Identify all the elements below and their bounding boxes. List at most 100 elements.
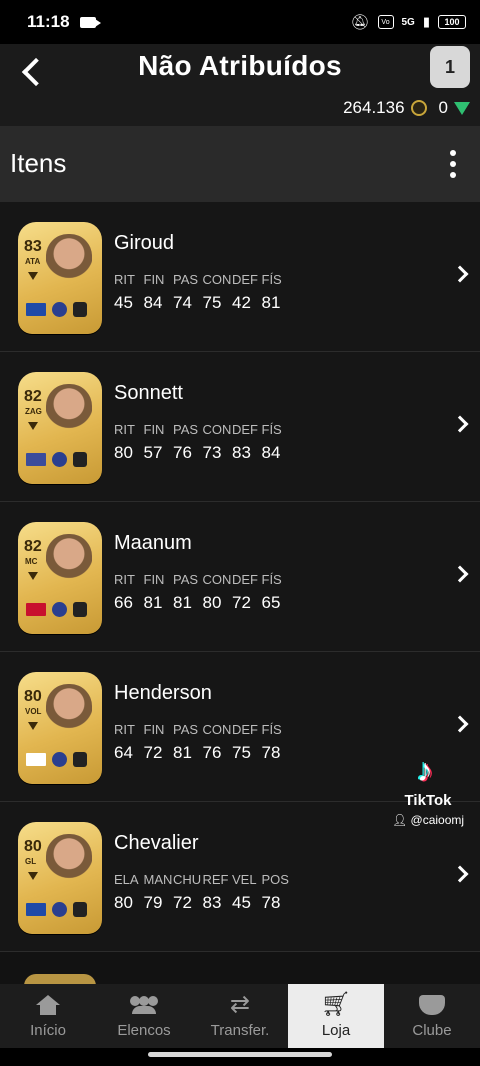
stat-label: PAS [173, 422, 199, 437]
home-icon [36, 995, 60, 1015]
signal-icon: ▮ [422, 14, 430, 29]
player-rating: 80 [24, 838, 42, 855]
refresh-badge-icon[interactable]: 1 [430, 46, 470, 88]
player-row[interactable]: 83 ATA Giroud RIT 45 FIN 84 PAS 74 CON 7… [0, 202, 480, 352]
player-card[interactable]: 82 ZAG [18, 372, 102, 484]
player-rating: 83 [24, 238, 42, 255]
stat: RIT 80 [114, 422, 144, 463]
stat: CON 76 [203, 722, 233, 763]
player-row[interactable]: 82 MC Maanum RIT 66 FIN 81 PAS 81 CON 80… [0, 502, 480, 652]
stat-label: RIT [114, 572, 135, 587]
page-title: Não Atribuídos [138, 50, 342, 81]
stat-value: 72 [232, 593, 251, 612]
camera-icon [79, 16, 101, 28]
stat-value: 78 [261, 893, 281, 912]
chevron-right-icon[interactable] [451, 415, 469, 433]
stat: PAS 81 [173, 572, 203, 613]
nav-elencos[interactable]: Elencos [96, 984, 192, 1048]
player-card[interactable]: 83 ATA [18, 222, 102, 334]
player-photo [46, 384, 92, 436]
stat-value: 45 [232, 893, 251, 912]
home-indicator[interactable] [148, 1052, 332, 1057]
nation-flag-icon [26, 303, 46, 316]
stat-value: 80 [202, 593, 222, 612]
stat-value: 84 [261, 443, 281, 462]
points-value: 0 [438, 98, 448, 117]
stat: PAS 76 [173, 422, 203, 463]
stat-label: DEF [232, 422, 258, 437]
stat-label: DEF [232, 272, 258, 287]
stat: CON 75 [203, 272, 233, 313]
stat-value: 84 [143, 293, 163, 312]
player-card[interactable]: 82 MC [18, 522, 102, 634]
stat-value: 64 [114, 743, 133, 762]
watermark-name: TikTok [404, 792, 452, 809]
player-position: VOL [25, 707, 42, 716]
stat-value: 74 [173, 293, 192, 312]
currency-display: 264.136 0 [343, 98, 470, 118]
stat-label: CON [202, 272, 232, 287]
stat-label: PAS [173, 722, 199, 737]
stat: DEF 83 [232, 422, 262, 463]
card-badges [26, 302, 87, 317]
stat: CON 80 [203, 572, 233, 613]
stat: DEF 75 [232, 722, 262, 763]
chevron-right-icon[interactable] [451, 865, 469, 883]
stat-label: PAS [173, 572, 199, 587]
section-header: Itens [0, 126, 480, 202]
nav-loja[interactable]: 🛒︎ Loja [288, 984, 384, 1048]
stat: PAS 74 [173, 272, 203, 313]
stat-value: 81 [261, 293, 281, 312]
points-icon [454, 101, 470, 115]
stat: FÍS 81 [262, 272, 292, 313]
league-badge-icon [52, 752, 67, 767]
player-list: 83 ATA Giroud RIT 45 FIN 84 PAS 74 CON 7… [0, 202, 480, 952]
league-badge-icon [52, 602, 67, 617]
stat-value: 83 [202, 893, 222, 912]
nav-transfer[interactable]: ⇄ Transfer. [192, 984, 288, 1048]
card-chemistry-icon [28, 572, 38, 580]
player-rating: 80 [24, 688, 42, 705]
coins-value: 264.136 [343, 98, 405, 117]
player-photo [46, 234, 92, 286]
bottom-navigation: Início Elencos ⇄ Transfer. 🛒︎ Loja Clube [0, 984, 480, 1048]
league-badge-icon [52, 302, 67, 317]
player-row[interactable]: 82 ZAG Sonnett RIT 80 FIN 57 PAS 76 CON … [0, 352, 480, 502]
stat: MAN 79 [144, 872, 174, 913]
card-badges [26, 452, 87, 467]
player-position: ZAG [25, 407, 42, 416]
stat: FIN 57 [144, 422, 174, 463]
player-stats: ELA 80 MAN 79 CHU 72 REF 83 VEL 45 POS 7… [114, 872, 291, 913]
stat: FIN 72 [144, 722, 174, 763]
stat: FÍS 84 [262, 422, 292, 463]
stat-label: CON [202, 422, 232, 437]
section-title: Itens [10, 148, 67, 178]
club-badge-icon [73, 752, 87, 767]
coin-icon [410, 100, 427, 116]
stat-label: VEL [232, 872, 257, 887]
system-nav-bar [0, 1048, 480, 1066]
chevron-right-icon[interactable] [451, 715, 469, 733]
stat: PAS 81 [173, 722, 203, 763]
stat-value: 75 [202, 293, 222, 312]
nav-inicio[interactable]: Início [0, 984, 96, 1048]
player-card[interactable]: 80 GL [18, 822, 102, 934]
nation-flag-icon [26, 753, 46, 766]
player-stats: RIT 66 FIN 81 PAS 81 CON 80 DEF 72 FÍS 6… [114, 572, 291, 613]
nav-clube[interactable]: Clube [384, 984, 480, 1048]
watermark-user: 👤︎ @caioomj [391, 813, 465, 827]
stat-label: DEF [232, 722, 258, 737]
stat-label: ELA [114, 872, 139, 887]
chevron-right-icon[interactable] [451, 265, 469, 283]
club-badge-icon [73, 902, 87, 917]
stat-value: 45 [114, 293, 133, 312]
player-card[interactable]: 80 VOL [18, 672, 102, 784]
nav-label: Início [30, 1022, 66, 1039]
stat-label: POS [261, 872, 289, 887]
more-options-icon[interactable] [450, 150, 456, 178]
player-name: Chevalier [114, 832, 199, 854]
chevron-right-icon[interactable] [451, 565, 469, 583]
card-badges [26, 602, 87, 617]
stat-value: 42 [232, 293, 251, 312]
stat: RIT 45 [114, 272, 144, 313]
